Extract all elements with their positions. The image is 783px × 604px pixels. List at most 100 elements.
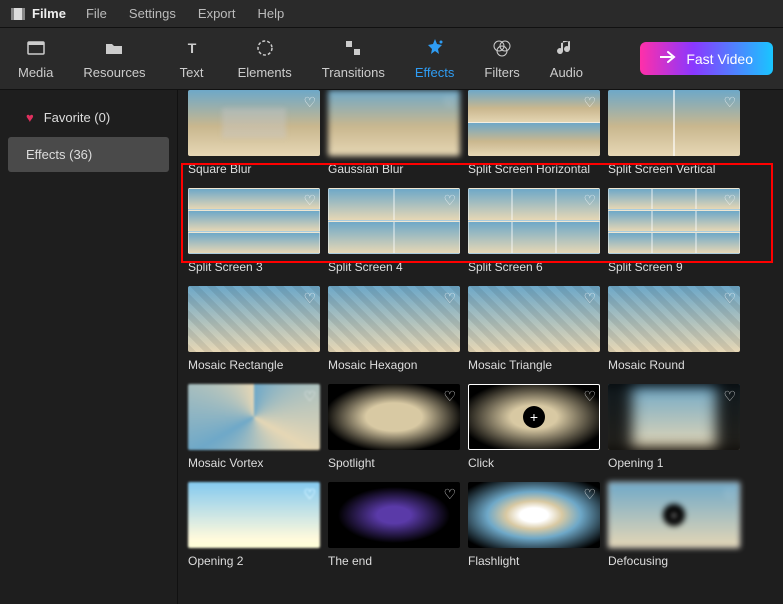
effect-cell: ♡ Split Screen 4 (328, 188, 460, 274)
tool-media[interactable]: Media (10, 33, 61, 84)
effect-label: Gaussian Blur (328, 162, 460, 176)
effect-thumb[interactable]: ♡ (188, 90, 320, 156)
effect-cell: ♡ Mosaic Round (608, 286, 740, 372)
elements-icon (254, 37, 276, 59)
effect-cell: ♡Square Blur (188, 90, 320, 176)
effect-label: Opening 1 (608, 456, 740, 470)
effect-thumb[interactable]: ♡ (328, 286, 460, 352)
effect-label: Split Screen 6 (468, 260, 600, 274)
favorite-icon[interactable]: ♡ (723, 290, 736, 307)
effect-thumb[interactable]: ♡ (328, 188, 460, 254)
tool-text-label: Text (180, 65, 204, 80)
menu-export[interactable]: Export (198, 6, 236, 21)
effect-label: Split Screen 4 (328, 260, 460, 274)
app-name: Filme (32, 6, 66, 21)
favorite-icon[interactable]: ♡ (723, 192, 736, 209)
add-effect-icon[interactable]: + (523, 406, 545, 428)
effect-cell: ♡ Mosaic Vortex (188, 384, 320, 470)
effect-thumb[interactable]: ♡ (188, 482, 320, 548)
effect-label: Split Screen Horizontal (468, 162, 600, 176)
effect-cell: ♡ Gaussian Blur (328, 90, 460, 176)
favorite-icon[interactable]: ♡ (303, 290, 316, 307)
effect-thumb[interactable]: ♡ (468, 90, 600, 156)
effect-thumb[interactable]: ♡ (188, 384, 320, 450)
svg-text:T: T (187, 40, 196, 56)
effect-thumb[interactable]: ♡ (468, 286, 600, 352)
fast-video-button[interactable]: Fast Video (640, 42, 773, 75)
effect-cell: ♡ Flashlight (468, 482, 600, 568)
effect-thumb[interactable]: ♡ (188, 188, 320, 254)
effect-cell: ♡ Split Screen Vertical (608, 90, 740, 176)
titlebar: Filme File Settings Export Help (0, 0, 783, 28)
effect-thumb[interactable]: ♡ (188, 286, 320, 352)
effect-cell: ♡Mosaic Hexagon (328, 286, 460, 372)
media-icon (25, 37, 47, 59)
effect-cell: ♡Opening 2 (188, 482, 320, 568)
effect-thumb[interactable]: ♡ (328, 482, 460, 548)
effect-cell: ♡ Split Screen 9 (608, 188, 740, 274)
tool-audio[interactable]: Audio (542, 33, 591, 84)
favorite-icon[interactable]: ♡ (583, 192, 596, 209)
filters-icon (491, 37, 513, 59)
favorite-icon[interactable]: ♡ (443, 388, 456, 405)
sidebar-item-favorite[interactable]: ♥ Favorite (0) (8, 100, 169, 135)
favorite-icon[interactable]: ♡ (583, 486, 596, 503)
tool-elements[interactable]: Elements (230, 33, 300, 84)
sidebar-favorite-label: Favorite (0) (44, 110, 110, 125)
effect-thumb[interactable]: ♡ (608, 384, 740, 450)
add-effect-icon[interactable]: + (663, 504, 685, 526)
effect-cell: ♡Mosaic Triangle (468, 286, 600, 372)
favorite-icon[interactable]: ♡ (443, 290, 456, 307)
film-icon (10, 6, 26, 22)
effect-thumb[interactable]: ♡ (328, 90, 460, 156)
effect-thumb[interactable]: ♡+ (468, 384, 600, 450)
menu-file[interactable]: File (86, 6, 107, 21)
favorite-icon[interactable]: ♡ (583, 290, 596, 307)
favorite-icon[interactable]: ♡ (443, 486, 456, 503)
favorite-icon[interactable]: ♡ (723, 388, 736, 405)
favorite-icon[interactable]: ♡ (723, 94, 736, 111)
effect-label: Split Screen Vertical (608, 162, 740, 176)
effect-thumb[interactable]: ♡ (328, 384, 460, 450)
favorite-icon[interactable]: ♡ (443, 192, 456, 209)
tool-resources[interactable]: Resources (75, 33, 153, 84)
effect-thumb[interactable]: ♡ (608, 188, 740, 254)
effect-label: Mosaic Round (608, 358, 740, 372)
effect-cell: ♡ Split Screen 6 (468, 188, 600, 274)
tool-transitions[interactable]: Transitions (314, 33, 393, 84)
favorite-icon[interactable]: ♡ (583, 388, 596, 405)
favorite-icon[interactable]: ♡ (583, 94, 596, 111)
audio-icon (555, 37, 577, 59)
effect-cell: ♡Split Screen 3 (188, 188, 320, 274)
tool-filters[interactable]: Filters (476, 33, 527, 84)
effect-cell: ♡ The end (328, 482, 460, 568)
toolbar: Media Resources T Text Elements Transitions Ef… (0, 28, 783, 90)
menu-settings[interactable]: Settings (129, 6, 176, 21)
effects-icon (424, 37, 446, 59)
text-icon: T (181, 37, 203, 59)
effect-label: Flashlight (468, 554, 600, 568)
favorite-icon[interactable]: ♡ (303, 192, 316, 209)
tool-effects-label: Effects (415, 65, 455, 80)
resources-icon (103, 37, 125, 59)
effect-thumb[interactable]: ♡ (608, 286, 740, 352)
effect-thumb[interactable]: ♡ (468, 188, 600, 254)
effect-label: The end (328, 554, 460, 568)
favorite-icon[interactable]: ♡ (303, 388, 316, 405)
favorite-icon[interactable]: ♡ (303, 486, 316, 503)
effect-cell: ♡+Defocusing (608, 482, 740, 568)
favorite-icon[interactable]: ♡ (443, 94, 456, 111)
tool-text[interactable]: T Text (168, 33, 216, 84)
tool-audio-label: Audio (550, 65, 583, 80)
sidebar-item-effects[interactable]: Effects (36) (8, 137, 169, 172)
menu-help[interactable]: Help (257, 6, 284, 21)
effect-label: Split Screen 9 (608, 260, 740, 274)
sidebar: ♥ Favorite (0) Effects (36) (0, 90, 178, 604)
effect-thumb[interactable]: ♡+ (608, 482, 740, 548)
effect-label: Mosaic Vortex (188, 456, 320, 470)
tool-effects[interactable]: Effects (407, 33, 463, 84)
favorite-icon[interactable]: ♡ (723, 486, 736, 503)
effect-thumb[interactable]: ♡ (468, 482, 600, 548)
effect-thumb[interactable]: ♡ (608, 90, 740, 156)
favorite-icon[interactable]: ♡ (303, 94, 316, 111)
